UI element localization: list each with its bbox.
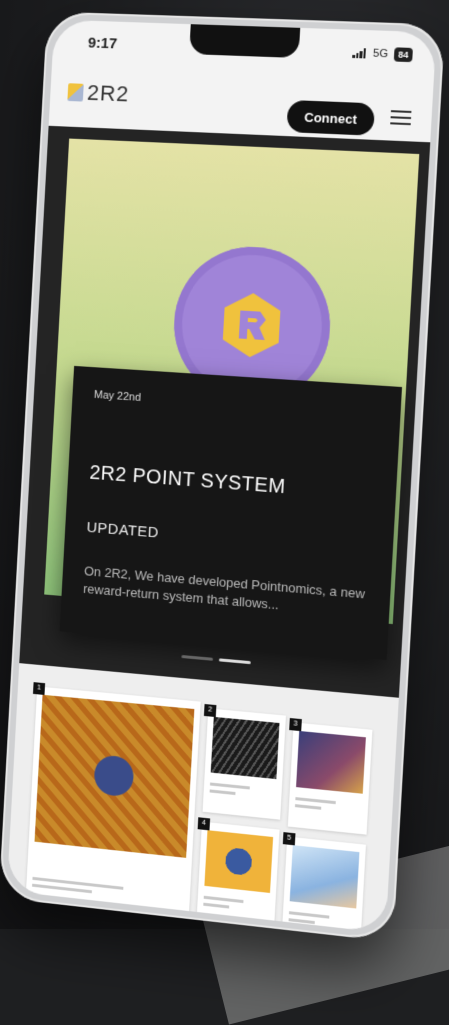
phone-mockup: 9:17 5G 84 2R2 Connect May 22nd 2R2 POIN… (0, 0, 449, 962)
rank-badge: 5 (283, 832, 296, 845)
rank-badge: 1 (33, 682, 45, 695)
nft-meta (294, 797, 362, 826)
nft-meta (203, 896, 270, 925)
news-title: 2R2 POINT SYSTEM (89, 462, 286, 499)
2r2-logo-icon (67, 83, 83, 101)
news-subtitle: UPDATED (86, 519, 159, 541)
hero-banner[interactable]: May 22nd 2R2 POINT SYSTEM UPDATED On 2R2… (44, 139, 419, 625)
hero-carousel: May 22nd 2R2 POINT SYSTEM UPDATED On 2R2… (19, 126, 430, 698)
nft-meta (31, 877, 184, 916)
site-logo[interactable]: 2R2 (67, 79, 130, 107)
news-date: May 22nd (94, 389, 142, 404)
nft-artwork (290, 845, 360, 908)
rank-badge: 3 (289, 718, 302, 731)
nft-meta (288, 911, 356, 933)
nft-meta (209, 782, 276, 811)
rank-badge: 2 (204, 704, 217, 717)
nft-artwork (204, 830, 273, 893)
logo-text: 2R2 (86, 80, 130, 107)
nft-card[interactable]: 2 (203, 708, 286, 819)
2r2-coin-mark-icon (220, 289, 284, 361)
hamburger-icon[interactable] (390, 110, 411, 127)
carousel-indicators (181, 655, 250, 664)
nft-card[interactable]: 4 (196, 822, 279, 933)
nft-artwork (211, 717, 280, 779)
status-indicators: 5G 84 (352, 46, 413, 62)
rank-badge: 4 (198, 817, 211, 830)
battery-icon: 84 (394, 47, 413, 62)
nft-card[interactable]: 3 (288, 722, 373, 834)
status-time: 9:17 (88, 35, 118, 53)
nft-gallery: 1 2 3 4 5 (7, 663, 399, 933)
nft-artwork (296, 731, 366, 794)
nft-card[interactable]: 5 (281, 837, 366, 934)
news-card[interactable]: May 22nd 2R2 POINT SYSTEM UPDATED On 2R2… (60, 366, 402, 660)
carousel-dot-active[interactable] (219, 658, 251, 664)
phone-screen: 9:17 5G 84 2R2 Connect May 22nd 2R2 POIN… (7, 20, 437, 933)
news-body: On 2R2, We have developed Pointnomics, a… (83, 562, 383, 623)
network-label: 5G (373, 48, 389, 61)
carousel-dot[interactable] (181, 655, 213, 661)
phone-frame: 9:17 5G 84 2R2 Connect May 22nd 2R2 POIN… (0, 11, 445, 942)
signal-icon (352, 48, 367, 59)
featured-nft-card[interactable]: 1 (25, 686, 200, 924)
nft-artwork (35, 695, 195, 858)
connect-button[interactable]: Connect (286, 100, 375, 136)
notch (189, 24, 300, 58)
